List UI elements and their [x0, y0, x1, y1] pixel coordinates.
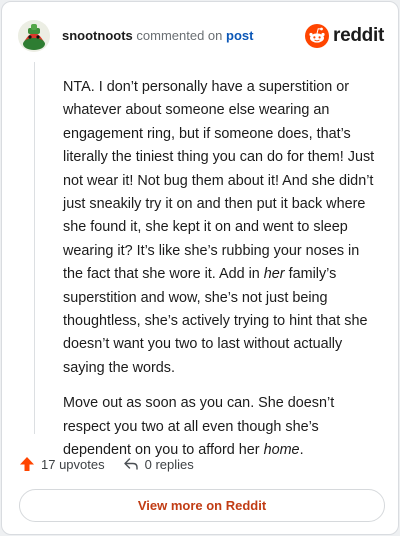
upvote-button[interactable]: 17 upvotes — [19, 456, 105, 472]
thread-line — [34, 62, 35, 434]
comment-paragraph: Move out as soon as you can. She doesn’t… — [63, 392, 383, 462]
reply-arrow-icon — [123, 458, 138, 470]
comment-text: family’s superstition and wow, she’s not… — [63, 266, 368, 376]
comment-text: . — [299, 442, 304, 459]
view-more-button[interactable]: View more on Reddit — [19, 489, 385, 522]
upvote-arrow-icon — [20, 457, 34, 471]
comment-card: snootnoots commented on post reddit NTA.… — [1, 1, 399, 535]
post-link[interactable]: post — [226, 28, 253, 43]
comment-actions: 17 upvotes 0 replies — [19, 454, 194, 474]
reddit-snoo-icon — [305, 24, 330, 48]
comment-body: NTA. I don’t personally have a superstit… — [63, 76, 383, 475]
comment-emphasis: home — [263, 442, 300, 459]
comment-paragraph: NTA. I don’t personally have a superstit… — [63, 76, 383, 380]
reddit-wordmark: reddit — [333, 25, 384, 46]
avatar-icon[interactable] — [18, 20, 50, 52]
username-link[interactable]: snootnoots — [62, 28, 133, 43]
byline-action-text: commented on — [136, 28, 223, 43]
comment-text: NTA. I don’t personally have a superstit… — [63, 79, 375, 283]
reply-count: 0 replies — [144, 456, 194, 472]
reddit-logo[interactable]: reddit — [305, 24, 384, 48]
comment-header: snootnoots commented on post reddit — [18, 20, 384, 52]
upvote-count: 17 upvotes — [41, 456, 105, 472]
comment-byline: snootnoots commented on post — [62, 28, 253, 44]
reply-button[interactable]: 0 replies — [123, 456, 194, 472]
comment-emphasis: her — [263, 266, 285, 283]
